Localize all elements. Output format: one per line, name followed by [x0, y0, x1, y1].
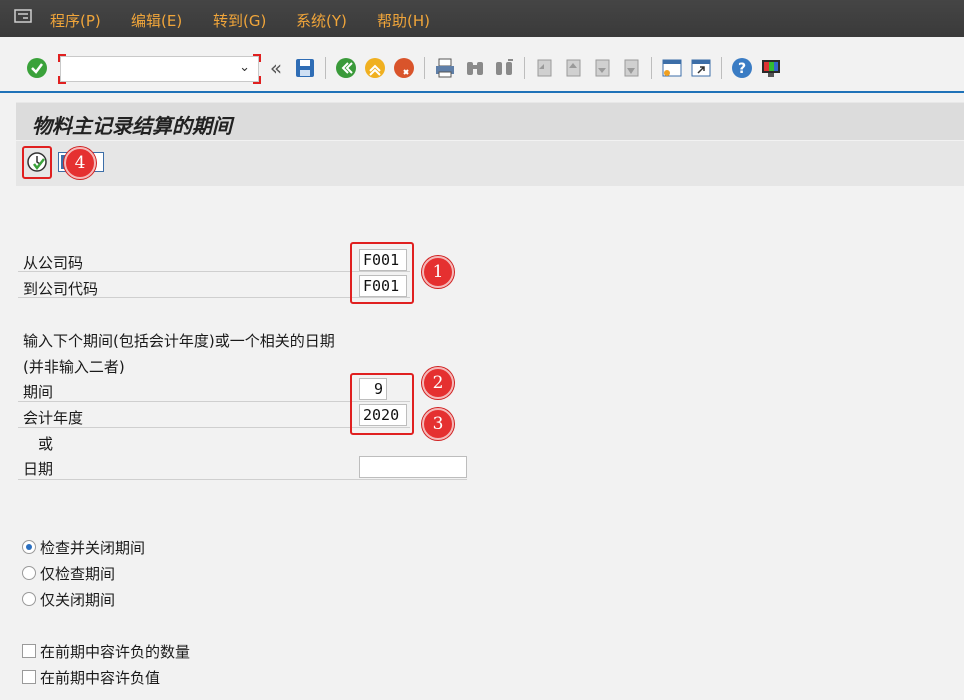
radio-check-close-label: 检查并关闭期间 [40, 539, 146, 557]
highlight-corner [253, 76, 261, 84]
title-bar: 物料主记录结算的期间 [16, 102, 964, 140]
hint-line-1: 输入下个期间(包括会计年度)或一个相关的日期 [23, 332, 335, 350]
annotation-badge-1: 1 [422, 256, 454, 288]
menu-bar: 程序(P) 编辑(E) 转到(G) 系统(Y) 帮助(H) [0, 0, 964, 37]
command-field[interactable]: ⌄ [60, 56, 259, 82]
standard-toolbar: ⌄ « ? [0, 37, 964, 93]
back-icon[interactable] [335, 57, 357, 79]
menu-edit[interactable]: 编辑(E) [131, 10, 182, 31]
collapse-icon[interactable]: « [265, 56, 287, 80]
radio-close-only[interactable] [22, 592, 36, 606]
annotation-badge-3: 3 [422, 408, 454, 440]
period-label: 期间 [23, 383, 54, 401]
page-title: 物料主记录结算的期间 [32, 114, 232, 138]
radio-check-close[interactable] [22, 540, 36, 554]
checkbox-negative-value[interactable] [22, 670, 36, 684]
application-toolbar [16, 141, 964, 186]
save-icon[interactable] [294, 57, 316, 79]
radio-close-only-label: 仅关闭期间 [40, 591, 116, 609]
annotation-badge-4: 4 [64, 147, 96, 179]
from-company-label: 从公司码 [23, 254, 84, 272]
to-company-label: 到公司代码 [23, 280, 99, 298]
find-icon[interactable] [464, 57, 486, 79]
hint-line-2: (并非输入二者) [23, 358, 125, 376]
checkbox-negative-quantity[interactable] [22, 644, 36, 658]
annotation-badge-2: 2 [422, 367, 454, 399]
customize-layout-icon[interactable] [760, 57, 782, 79]
date-field[interactable] [359, 456, 467, 478]
first-page-icon[interactable] [533, 57, 555, 79]
highlight-corner [58, 54, 66, 62]
radio-check-only[interactable] [22, 566, 36, 580]
highlight-box-period [350, 373, 414, 435]
row-divider [18, 479, 467, 480]
checkbox-negative-value-label: 在前期中容许负值 [40, 669, 161, 687]
next-page-icon[interactable] [591, 57, 613, 79]
date-label: 日期 [23, 460, 54, 478]
svg-text:?: ? [738, 61, 746, 77]
menu-program[interactable]: 程序(P) [50, 10, 101, 31]
toolbar-divider [0, 91, 964, 93]
highlight-corner [58, 76, 66, 84]
menu-system[interactable]: 系统(Y) [296, 10, 347, 31]
radio-check-only-label: 仅检查期间 [40, 565, 116, 583]
prev-page-icon[interactable] [562, 57, 584, 79]
help-icon[interactable]: ? [731, 57, 753, 79]
cancel-icon[interactable] [393, 57, 415, 79]
new-session-icon[interactable] [661, 57, 683, 79]
menu-toggle-icon[interactable] [14, 9, 34, 23]
or-label: 或 [38, 435, 54, 453]
chevron-down-icon[interactable]: ⌄ [239, 60, 250, 75]
last-page-icon[interactable] [620, 57, 642, 79]
highlight-box-execute [22, 146, 52, 179]
exit-icon[interactable] [364, 57, 386, 79]
menu-help[interactable]: 帮助(H) [377, 10, 430, 31]
shortcut-icon[interactable] [690, 57, 712, 79]
fiscal-year-label: 会计年度 [23, 409, 84, 427]
highlight-box-company [350, 242, 414, 304]
checkbox-negative-quantity-label: 在前期中容许负的数量 [40, 643, 191, 661]
print-icon[interactable] [434, 57, 456, 79]
find-next-icon[interactable] [493, 57, 515, 79]
highlight-corner [253, 54, 261, 62]
menu-goto[interactable]: 转到(G) [213, 10, 266, 31]
enter-check-icon[interactable] [26, 57, 48, 79]
